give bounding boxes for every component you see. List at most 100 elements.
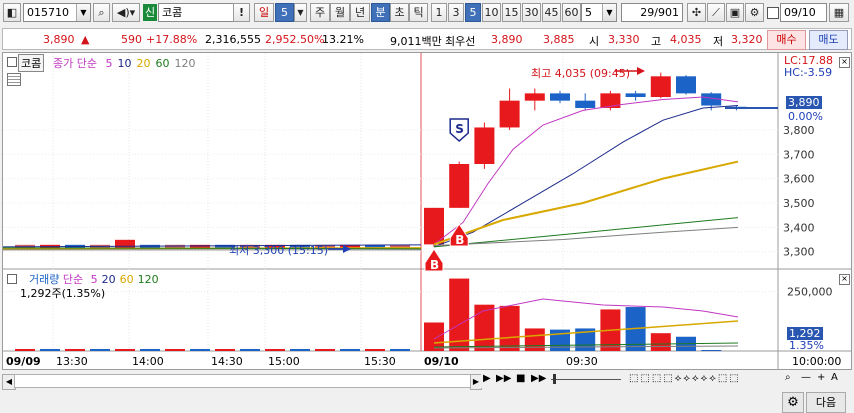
priority-label: 최우선	[445, 35, 476, 48]
period-minute-button[interactable]: 분	[371, 3, 390, 22]
chart-type-icon[interactable]: ◧	[3, 3, 21, 22]
ma-legend-label: 종가 단순	[53, 57, 97, 70]
prev-volume-bar	[165, 349, 185, 351]
settings-icon[interactable]: ⚙	[782, 392, 804, 413]
date-checkbox[interactable]	[767, 7, 779, 19]
settings-icon[interactable]: ⚙	[745, 3, 764, 22]
volume-value: 2,316,555	[205, 33, 261, 46]
day-count-field[interactable]: 5	[275, 3, 294, 22]
stock-code-field[interactable]: 015710 ▼	[23, 3, 91, 22]
volume-bar	[499, 305, 520, 351]
x-tick-label: 15:30	[364, 355, 396, 368]
volume-ma-period-120: 120	[137, 273, 159, 286]
ma-period-5: 5	[105, 57, 113, 70]
buy-button[interactable]: 매수	[767, 30, 806, 50]
chevron-down-icon[interactable]: ▼	[76, 4, 90, 21]
table-toggle-icon[interactable]	[7, 73, 21, 86]
zoom-handle[interactable]	[553, 374, 556, 384]
prev-volume-bar	[15, 349, 35, 351]
x-tick-label: 09/10	[424, 355, 459, 368]
period-month-button[interactable]: 월	[330, 3, 350, 22]
volume-current-text: 1,292주(1.35%)	[20, 287, 106, 300]
trend-tool-icon[interactable]: ⟋	[707, 3, 725, 22]
day-count-dropdown[interactable]: ▼	[294, 3, 307, 22]
count-field[interactable]: 5 ▼	[581, 3, 617, 22]
interval-button-45[interactable]: 45	[542, 3, 561, 22]
fast-forward-icon[interactable]: ▶▶	[496, 373, 511, 384]
sell-signal-label: S	[455, 122, 464, 136]
chart-area[interactable]: 09/09 13:30 14:00 14:30 15:00 15:30 09/10 09:30…	[2, 52, 852, 370]
candle-body	[524, 93, 545, 101]
save-icon[interactable]: ▣	[726, 3, 744, 22]
bid-price: 3,885	[543, 33, 575, 46]
low-price: 3,320	[731, 33, 763, 46]
stock-tag: 코콤	[18, 54, 45, 72]
open-label: 시	[589, 35, 600, 48]
zoom-in-icon[interactable]: +	[817, 372, 825, 383]
interval-button-5[interactable]: 5	[465, 3, 481, 22]
interval-button-15[interactable]: 15	[502, 3, 521, 22]
quote-bar: 3,890 ▲ 590 +17.88% 2,316,555 2,952.50% …	[2, 28, 852, 50]
period-day-button[interactable]: 일	[254, 3, 274, 22]
prev-volume-bar	[315, 349, 335, 351]
period-week-button[interactable]: 주	[310, 3, 330, 22]
interval-button-3[interactable]: 3	[448, 3, 464, 22]
high-label: 고	[651, 35, 662, 48]
candle-body	[575, 100, 596, 108]
candle-body	[676, 76, 696, 94]
prev-volume-bar	[190, 349, 210, 351]
prev-volume-bar	[215, 349, 235, 351]
tool-icons[interactable]: ⬚⬚⬚⬚⟡⟡⟡⟡⟡⬚⬚	[629, 373, 741, 384]
x-tick-label: 15:00	[268, 355, 300, 368]
new-listing-badge: 신	[143, 4, 157, 21]
low-label: 저	[713, 35, 724, 48]
toggle-a-icon[interactable]: A	[831, 372, 838, 383]
volume-ratio: 2,952.50%	[265, 33, 325, 46]
x-tick-label: 13:30	[56, 355, 88, 368]
play-icon[interactable]: ▶	[483, 373, 491, 384]
volume-collapse-button[interactable]	[7, 274, 17, 284]
volume-y-tick-label: 250,000	[787, 286, 833, 299]
next-button[interactable]: 다음	[806, 392, 846, 413]
crosshair-tool-icon[interactable]: ✣	[687, 3, 706, 22]
interval-button-1[interactable]: 1	[431, 3, 447, 22]
candle-body	[474, 127, 495, 164]
prev-volume-bar	[365, 349, 385, 351]
panel-collapse-button[interactable]	[7, 57, 17, 67]
stop-icon[interactable]: ■	[516, 373, 525, 384]
page-counter-field[interactable]: 29/901	[621, 3, 683, 22]
candle-body	[625, 93, 646, 98]
period-tick-button[interactable]: 틱	[409, 3, 428, 22]
end-icon[interactable]: ▶▶	[531, 373, 546, 384]
nav-controls: ▶ ▶▶ ■ ▶▶ ⬚⬚⬚⬚⟡⟡⟡⟡⟡⬚⬚ ⌕ — + A	[481, 372, 841, 388]
stock-code-value: 015710	[27, 6, 69, 19]
bottom-bar: ⚙ 다음	[0, 390, 854, 413]
zoom-slider[interactable]	[551, 379, 621, 380]
candlestick-chart[interactable]: 09/09 13:30 14:00 14:30 15:00 15:30 09/10 09:30…	[3, 53, 851, 369]
date-picker-icon[interactable]: ▦	[829, 3, 849, 22]
change-arrow-icon: ▲	[81, 33, 90, 46]
search-icon[interactable]: ⌕	[785, 372, 791, 383]
panel-close-icon[interactable]: ×	[839, 274, 850, 285]
ma-period-20: 20	[136, 57, 151, 70]
chevron-down-icon[interactable]: ▼	[602, 4, 616, 21]
sell-button[interactable]: 매도	[809, 30, 848, 50]
interval-button-60[interactable]: 60	[562, 3, 581, 22]
date-field[interactable]: 09/10	[780, 3, 827, 22]
prev-volume-bar	[240, 349, 260, 351]
interval-button-30[interactable]: 30	[522, 3, 541, 22]
candle-body	[650, 76, 671, 98]
period-year-button[interactable]: 년	[350, 3, 370, 22]
panel-close-icon[interactable]: ×	[839, 57, 850, 68]
interval-button-10[interactable]: 10	[482, 3, 501, 22]
zoom-out-icon[interactable]: —	[801, 372, 811, 383]
volume-percent-tag: 1.35%	[789, 339, 824, 352]
period-second-button[interactable]: 초	[390, 3, 409, 22]
prev-volume-bar	[140, 349, 160, 351]
ma10-line	[433, 105, 739, 248]
change-percent: +17.88%	[146, 33, 198, 46]
count-value: 5	[585, 6, 592, 19]
alert-button[interactable]: !	[233, 3, 250, 22]
sound-icon[interactable]: ◀)▾	[112, 3, 140, 22]
search-icon[interactable]: ⌕	[93, 3, 110, 22]
